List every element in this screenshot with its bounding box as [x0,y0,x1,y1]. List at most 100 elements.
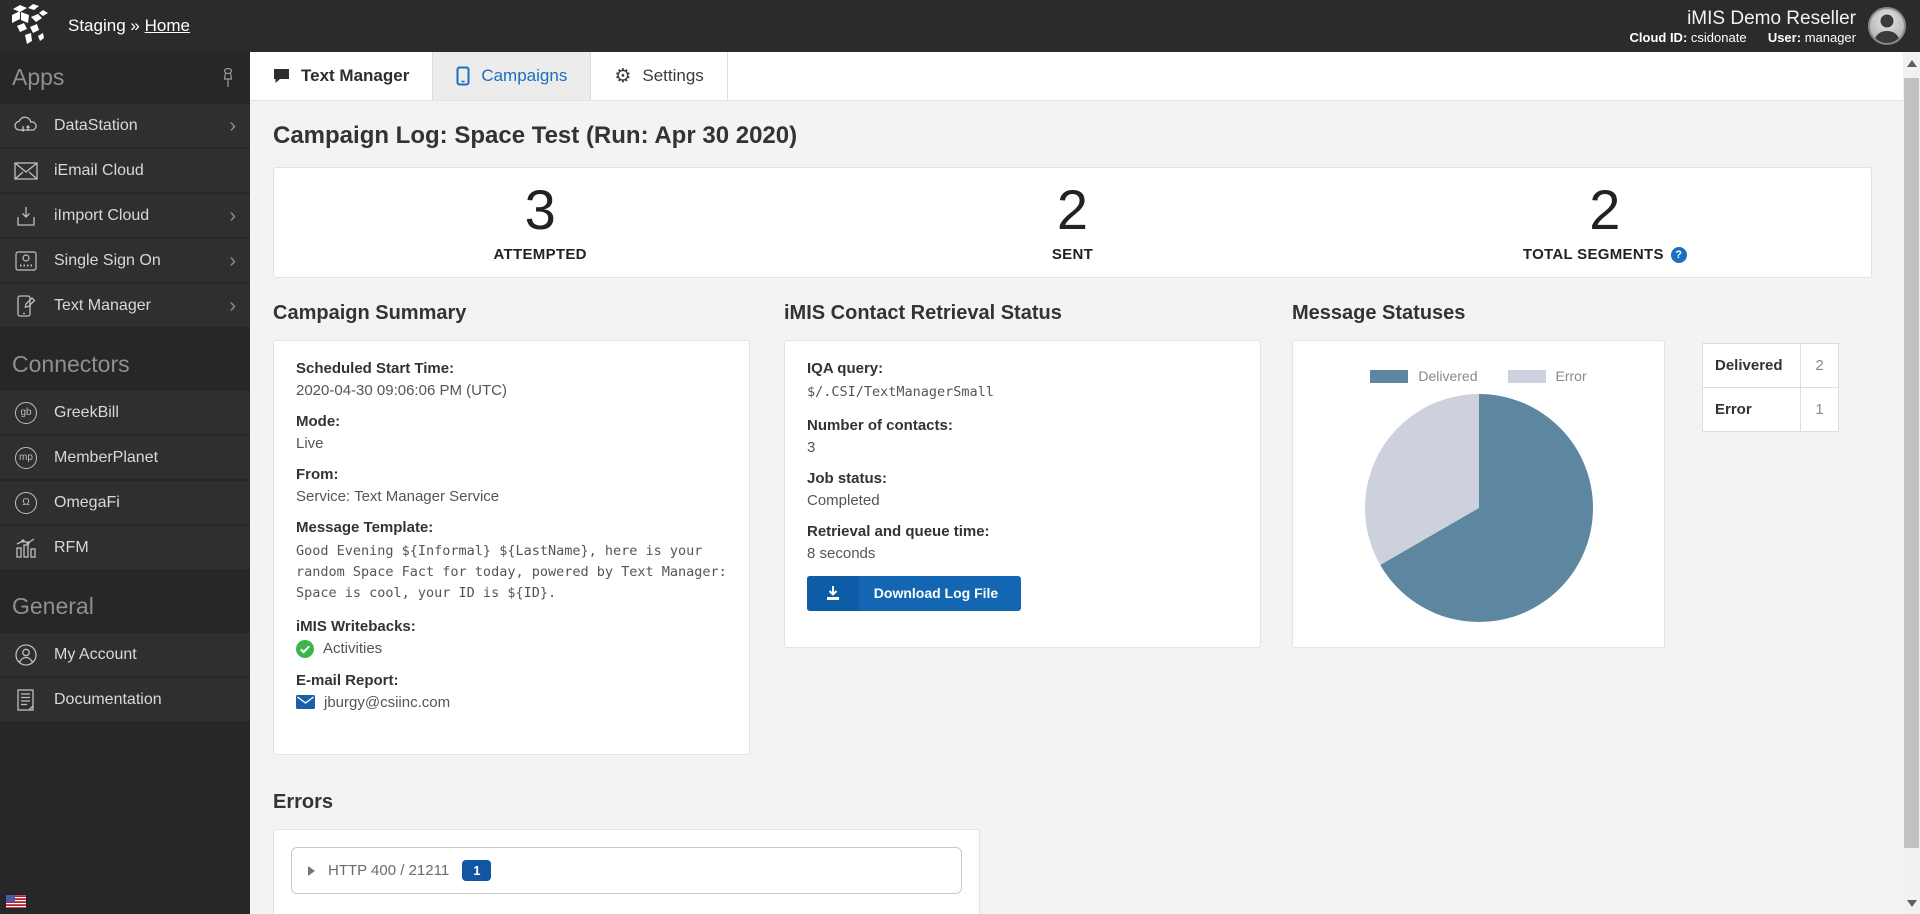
import-box-icon [12,205,40,227]
chevron-right-icon [229,116,236,136]
stats-card: 3 ATTEMPTED 2 SENT 2 TOTAL SEGMENTS ? [273,167,1872,278]
sidebar-item-single-sign-on[interactable]: Single Sign On [0,239,250,282]
sidebar-item-label: iImport Cloud [54,207,149,225]
sidebar-item-label: OmegaFi [54,494,120,512]
message-statuses-card: Delivered Error [1292,340,1665,648]
us-flag-icon [6,895,26,908]
triangle-up-icon [1907,60,1917,67]
scrollbar-thumb[interactable] [1904,78,1919,848]
errors-card: HTTP 400 / 21211 1 [273,829,980,914]
sidebar: Apps DataStation iEmail Cloud [0,52,250,914]
legend-label: Error [1556,368,1587,384]
sidebar-item-label: GreekBill [54,404,119,422]
sidebar-item-memberplanet[interactable]: mp MemberPlanet [0,436,250,479]
legend-item-error[interactable]: Error [1508,368,1587,384]
pin-icon[interactable] [220,67,236,89]
envelope-outline-icon [12,162,40,180]
field-value: 3 [807,439,1238,456]
stat-sent: 2 SENT [806,168,1338,277]
error-accordion-row[interactable]: HTTP 400 / 21211 1 [291,847,962,894]
pie-legend: Delivered Error [1305,368,1652,384]
envelope-filled-icon [296,695,315,709]
sidebar-item-greekbill[interactable]: gb GreekBill [0,391,250,434]
sidebar-item-iemail-cloud[interactable]: iEmail Cloud [0,149,250,192]
breadcrumb-separator: » [130,16,139,35]
field-label: Job status: [807,470,1238,487]
account-info: iMIS Demo Reseller Cloud ID: csidonate U… [1630,7,1856,46]
writeback-value: Activities [323,640,382,657]
row-label: Error [1703,388,1801,432]
table-row-delivered: Delivered 2 [1703,344,1839,388]
email-report-value: jburgy@csiinc.com [324,694,450,711]
vertical-scrollbar[interactable] [1903,52,1920,914]
page-title: Campaign Log: Space Test (Run: Apr 30 20… [273,122,1872,150]
user-avatar[interactable] [1868,7,1906,45]
legend-swatch-delivered [1370,370,1408,383]
sidebar-item-documentation[interactable]: Documentation [0,678,250,721]
bar-chart-icon [12,537,40,559]
stat-label: ATTEMPTED [494,246,587,263]
tab-strip: Text Manager Campaigns ⚙ Settings [250,52,1903,101]
sidebar-section-general: General [12,593,94,620]
help-icon[interactable]: ? [1671,247,1687,263]
error-label: HTTP 400 / 21211 [328,862,449,879]
sidebar-item-iimport-cloud[interactable]: iImport Cloud [0,194,250,237]
sidebar-item-datastation[interactable]: DataStation [0,104,250,147]
retrieval-status-heading: iMIS Contact Retrieval Status [784,302,1261,325]
sidebar-item-label: DataStation [54,117,138,135]
csi-app-logo-icon[interactable] [8,3,52,49]
sidebar-item-rfm[interactable]: RFM [0,526,250,569]
field-label: Scheduled Start Time: [296,360,727,377]
sidebar-section-connectors: Connectors [12,351,130,378]
breadcrumb-home-link[interactable]: Home [145,16,190,35]
omegafi-logo-icon: Ω [12,492,40,514]
field-label: From: [296,466,727,483]
triangle-down-icon [1907,900,1917,907]
stat-value: 2 [1057,182,1088,238]
field-label: Retrieval and queue time: [807,523,1238,540]
cloud-data-icon [12,115,40,137]
row-value: 1 [1801,388,1839,432]
sidebar-item-label: Text Manager [54,297,151,315]
main-area: Text Manager Campaigns ⚙ Settings Campai… [250,52,1903,914]
breadcrumb: Staging » Home [68,16,190,36]
speech-bubble-icon [273,68,290,84]
message-template-text: Good Evening ${Informal} ${LastName}, he… [296,541,727,604]
iqa-query-value: $/.CSI/TextManagerSmall [807,382,1238,403]
sidebar-item-label: My Account [54,646,137,664]
scroll-down-button[interactable] [1903,894,1920,912]
legend-swatch-error [1508,370,1546,383]
stat-value: 2 [1589,182,1620,238]
tab-campaigns[interactable]: Campaigns [433,52,591,100]
breadcrumb-root: Staging [68,16,126,35]
top-header-bar: Staging » Home iMIS Demo Reseller Cloud … [0,0,1920,52]
field-label: Number of contacts: [807,417,1238,434]
sidebar-item-text-manager[interactable]: Text Manager [0,284,250,327]
download-log-file-button[interactable]: Download Log File [807,576,1021,611]
row-label: Delivered [1703,344,1801,388]
stat-label: TOTAL SEGMENTS [1523,246,1664,263]
sidebar-item-my-account[interactable]: My Account [0,633,250,676]
field-value: 8 seconds [807,545,1238,562]
field-label: E-mail Report: [296,672,727,689]
tab-text-manager[interactable]: Text Manager [250,52,433,100]
tab-settings[interactable]: ⚙ Settings [591,52,727,100]
campaign-summary-card: Scheduled Start Time: 2020-04-30 09:06:0… [273,340,750,755]
sidebar-item-label: Documentation [54,691,162,709]
message-statuses-heading: Message Statuses [1292,302,1665,325]
scroll-up-button[interactable] [1903,54,1920,72]
sidebar-section-apps: Apps [12,64,64,91]
field-label: iMIS Writebacks: [296,618,727,635]
legend-item-delivered[interactable]: Delivered [1370,368,1477,384]
field-label: IQA query: [807,360,1238,377]
phone-edit-icon [12,294,40,318]
sidebar-item-omegafi[interactable]: Ω OmegaFi [0,481,250,524]
field-value: Completed [807,492,1238,509]
errors-heading: Errors [273,791,1872,814]
field-value: Service: Text Manager Service [296,488,727,505]
mobile-phone-icon [456,66,470,86]
chevron-right-icon [229,206,236,226]
cloud-id-value: csidonate [1691,30,1747,45]
retrieval-status-card: IQA query: $/.CSI/TextManagerSmall Numbe… [784,340,1261,648]
gear-icon: ⚙ [614,67,631,86]
